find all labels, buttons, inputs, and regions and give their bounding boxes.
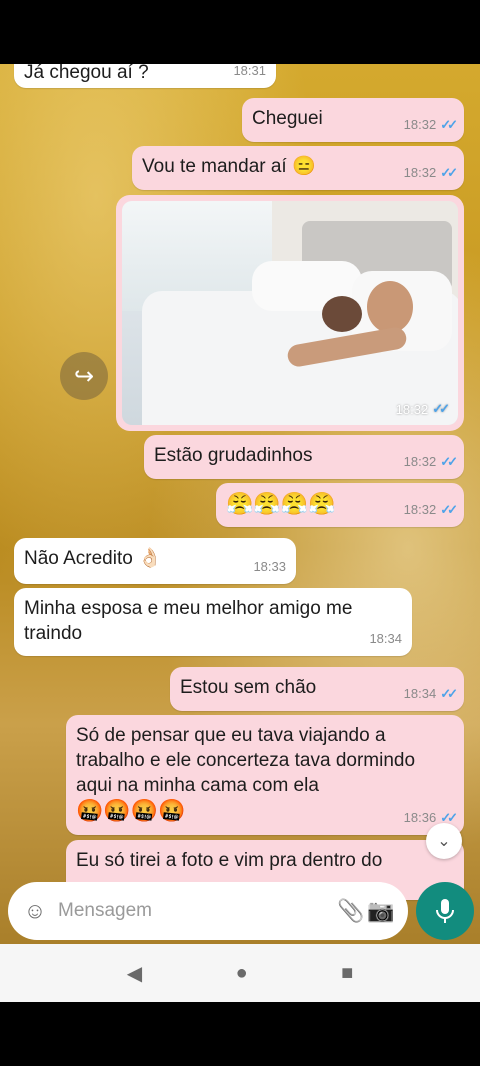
read-ticks-icon: ✓✓ <box>440 454 458 469</box>
message-meta: 18:32 ✓✓ <box>404 449 458 474</box>
message-text: Eu só tirei a foto e vim pra dentro do <box>76 850 383 871</box>
message-meta: 18:34 ✓✓ <box>404 681 458 706</box>
message-meta: 18:32 ✓✓ <box>395 401 450 417</box>
message-input-bar: ☺ 📎 📷 <box>8 882 408 940</box>
message-incoming[interactable]: Já chegou aí ? 18:31 <box>14 64 276 88</box>
bottom-border <box>0 1002 480 1066</box>
message-outgoing[interactable]: Estou sem chão 18:34 ✓✓ <box>170 667 464 711</box>
read-ticks-icon: ✓✓ <box>440 117 458 132</box>
message-text: Já chegou aí ? <box>24 64 149 83</box>
chat-area[interactable]: Já chegou aí ? 18:31 Cheguei 18:32 ✓✓ Vou… <box>0 64 480 944</box>
message-text: Só de pensar que eu tava viajando a trab… <box>76 725 416 796</box>
image-message[interactable]: 18:32 ✓✓ <box>116 195 464 431</box>
status-bar <box>0 0 480 64</box>
message-text: Não Acredito 👌🏻 <box>24 548 162 569</box>
message-text: Minha esposa e meu melhor amigo me train… <box>24 598 353 644</box>
message-text: 😤😤😤😤 <box>226 491 336 516</box>
message-outgoing[interactable]: Cheguei 18:32 ✓✓ <box>242 98 464 142</box>
message-text: Estou sem chão <box>180 677 317 698</box>
read-ticks-icon: ✓✓ <box>432 401 450 416</box>
photo-person <box>367 281 413 333</box>
message-meta: 18:32 ✓✓ <box>404 112 458 137</box>
mic-button[interactable] <box>416 882 474 940</box>
message-meta: 18:34 <box>369 631 402 646</box>
read-ticks-icon: ✓✓ <box>440 686 458 701</box>
message-meta: 18:33 <box>253 559 286 574</box>
emoji-icon[interactable]: ☺ <box>20 898 50 924</box>
forward-icon[interactable]: ↪ <box>60 352 108 400</box>
message-outgoing[interactable]: 😤😤😤😤 18:32 ✓✓ <box>216 483 464 527</box>
message-emoji: 🤬🤬🤬🤬 <box>76 798 186 823</box>
message-outgoing[interactable]: Só de pensar que eu tava viajando a trab… <box>66 715 464 835</box>
message-outgoing[interactable]: Vou te mandar aí 😑 18:32 ✓✓ <box>132 146 464 190</box>
camera-icon[interactable]: 📷 <box>366 898 396 924</box>
message-meta: 18:32 ✓✓ <box>404 497 458 522</box>
recents-icon[interactable]: ■ <box>341 962 353 985</box>
message-outgoing[interactable]: Estão grudadinhos 18:32 ✓✓ <box>144 435 464 479</box>
message-meta: 18:31 <box>233 64 266 78</box>
read-ticks-icon: ✓✓ <box>440 165 458 180</box>
back-icon[interactable]: ◀ <box>127 961 142 986</box>
message-meta: 18:32 ✓✓ <box>404 160 458 185</box>
message-text: Cheguei <box>252 108 323 129</box>
message-input[interactable] <box>50 900 336 922</box>
mic-icon <box>436 899 454 923</box>
bed-photo[interactable]: 18:32 ✓✓ <box>122 201 458 425</box>
attach-icon[interactable]: 📎 <box>336 898 366 924</box>
system-nav-bar: ◀ ● ■ <box>0 944 480 1002</box>
message-text: Vou te mandar aí 😑 <box>142 156 316 177</box>
message-incoming[interactable]: Não Acredito 👌🏻 18:33 <box>14 538 296 584</box>
read-ticks-icon: ✓✓ <box>440 502 458 517</box>
message-incoming[interactable]: Minha esposa e meu melhor amigo me train… <box>14 588 412 656</box>
photo-person <box>322 296 362 332</box>
message-text: Estão grudadinhos <box>154 445 313 466</box>
home-icon[interactable]: ● <box>236 962 248 985</box>
scroll-down-icon[interactable]: ⌄ <box>426 823 462 859</box>
